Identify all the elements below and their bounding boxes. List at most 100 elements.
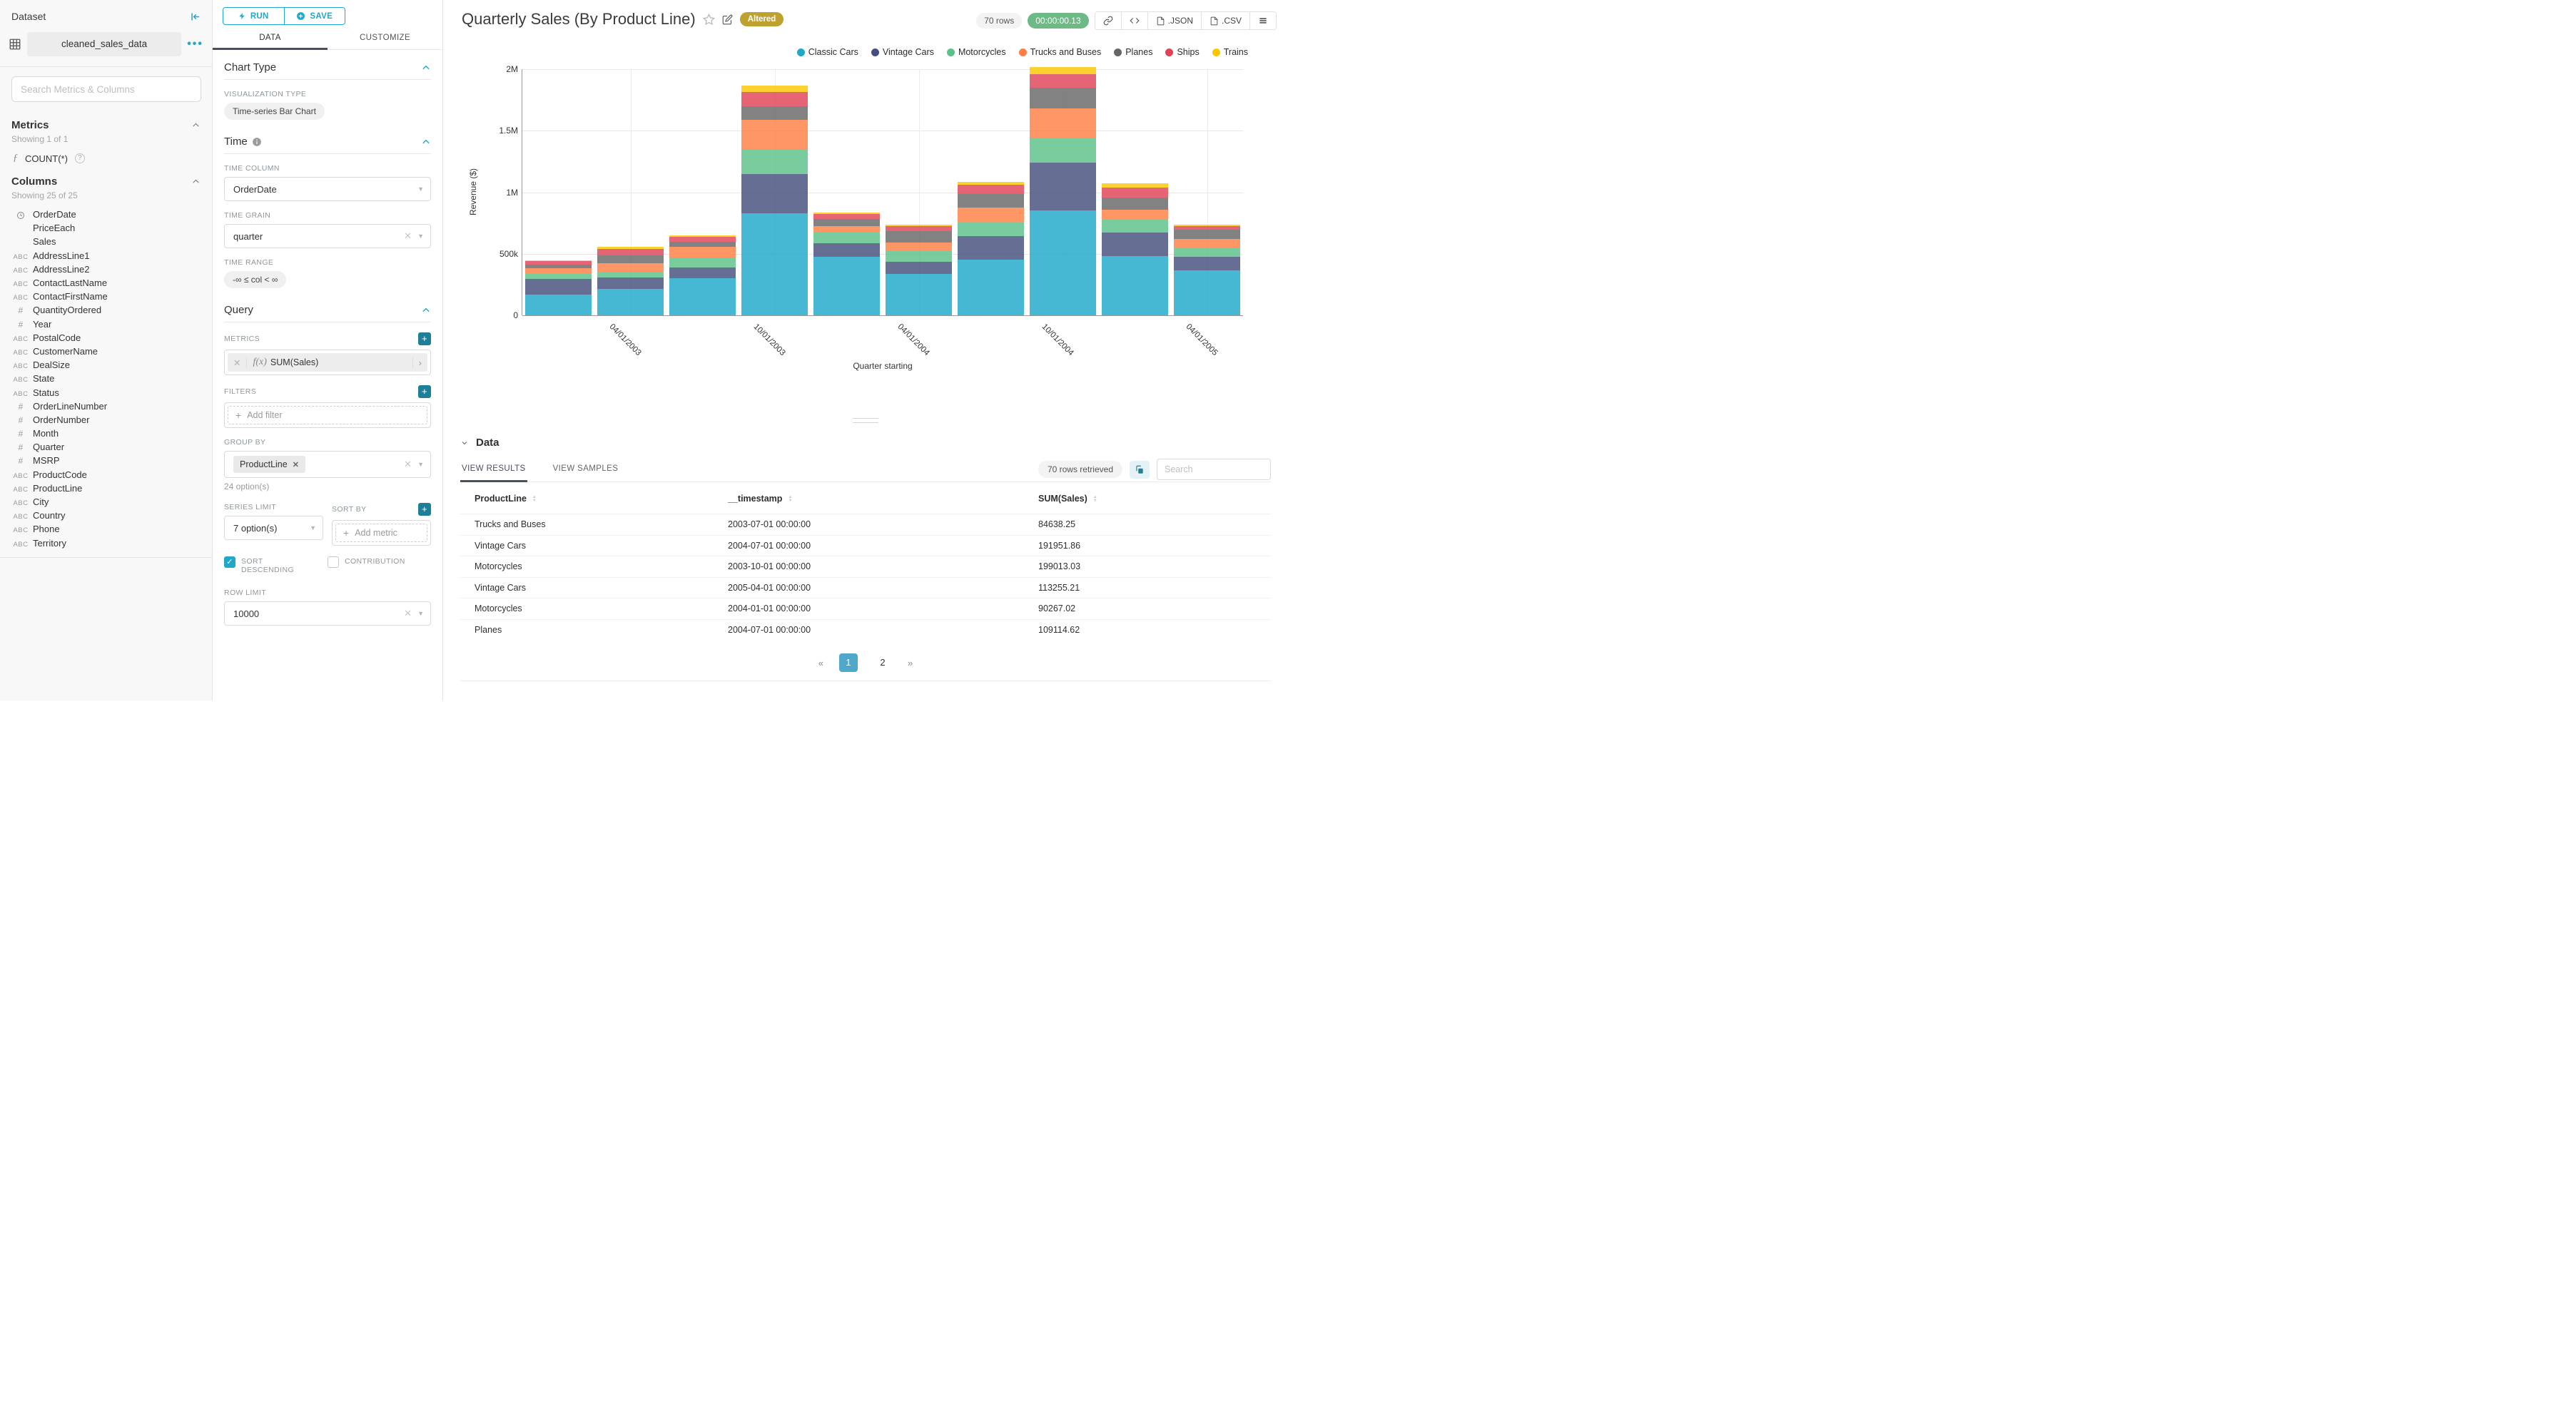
chevron-up-icon[interactable] bbox=[421, 63, 431, 73]
bar-segment[interactable] bbox=[1174, 270, 1240, 315]
bar-segment[interactable] bbox=[597, 248, 664, 256]
table-row[interactable]: Trucks and Buses 2003-07-01 00:00:00 84638… bbox=[460, 514, 1271, 535]
save-button[interactable]: SAVE bbox=[285, 8, 345, 24]
add-sort-metric-button[interactable]: + bbox=[418, 503, 431, 516]
group-by-select[interactable]: ProductLine ✕ ✕ ▼ bbox=[224, 451, 431, 478]
bar-segment[interactable] bbox=[1030, 210, 1096, 315]
column-item[interactable]: ABC AddressLine1 bbox=[0, 249, 212, 263]
chevron-up-icon[interactable] bbox=[191, 177, 201, 186]
row-limit-select[interactable]: 10000 ✕ ▼ bbox=[224, 601, 431, 626]
bar-segment[interactable] bbox=[741, 119, 808, 150]
table-sort-header[interactable]: __timestamp ▲ ▼ bbox=[728, 486, 1038, 514]
column-item[interactable]: # OrderLineNumber bbox=[0, 399, 212, 413]
bar-segment[interactable] bbox=[958, 260, 1024, 315]
bar-segment[interactable] bbox=[525, 294, 592, 315]
bar-segment[interactable] bbox=[741, 149, 808, 174]
column-item[interactable]: OrderDate bbox=[0, 208, 212, 221]
chevron-up-icon[interactable] bbox=[421, 137, 431, 147]
stacked-bar[interactable] bbox=[1102, 183, 1168, 315]
column-item[interactable]: # Year bbox=[0, 317, 212, 331]
add-sort-metric-dropzone[interactable]: + Add metric bbox=[335, 524, 427, 542]
legend-item[interactable]: Planes bbox=[1114, 47, 1152, 57]
bar-segment[interactable] bbox=[813, 225, 880, 233]
bar-segment[interactable] bbox=[741, 92, 808, 106]
stacked-bar[interactable] bbox=[886, 225, 952, 315]
table-row[interactable]: Vintage Cars 2005-04-01 00:00:00 113255.21 bbox=[460, 576, 1271, 598]
legend-item[interactable]: Ships bbox=[1165, 47, 1200, 57]
stacked-bar[interactable] bbox=[525, 260, 592, 315]
bar-segment[interactable] bbox=[669, 247, 736, 258]
legend-item[interactable]: Vintage Cars bbox=[871, 47, 934, 57]
bar-segment[interactable] bbox=[1102, 233, 1168, 257]
collapse-sidebar-icon[interactable] bbox=[190, 11, 201, 22]
edit-title-icon[interactable] bbox=[722, 14, 733, 25]
bar-segment[interactable] bbox=[813, 219, 880, 226]
stacked-bar[interactable] bbox=[1030, 67, 1096, 315]
clear-icon[interactable]: ✕ bbox=[404, 459, 412, 470]
table-sort-header[interactable]: ProductLine ▲ ▼ bbox=[460, 486, 728, 514]
dataset-options-icon[interactable]: ••• bbox=[187, 38, 203, 51]
bar-segment[interactable] bbox=[669, 236, 736, 243]
bar-segment[interactable] bbox=[1174, 238, 1240, 248]
chevron-up-icon[interactable] bbox=[421, 305, 431, 315]
time-range-value[interactable]: -∞ ≤ col < ∞ bbox=[224, 271, 287, 288]
resize-drag-handle[interactable] bbox=[853, 418, 878, 427]
bar-segment[interactable] bbox=[597, 288, 664, 315]
column-item[interactable]: ABC ProductLine bbox=[0, 482, 212, 495]
stacked-bar[interactable] bbox=[813, 212, 880, 315]
column-item[interactable]: ABC City bbox=[0, 495, 212, 509]
stacked-bar-chart[interactable]: 0 500k 1M 1.5M 2M bbox=[499, 64, 1243, 320]
bar-segment[interactable] bbox=[1102, 256, 1168, 315]
bar-segment[interactable] bbox=[669, 267, 736, 279]
pagination-page-2[interactable]: 2 bbox=[873, 653, 892, 672]
table-row[interactable]: Motorcycles 2003-10-01 00:00:00 199013.03 bbox=[460, 556, 1271, 577]
bar-segment[interactable] bbox=[1030, 108, 1096, 138]
column-item[interactable]: ABC Country bbox=[0, 509, 212, 522]
bar-segment[interactable] bbox=[597, 277, 664, 289]
column-item[interactable]: ABC PostalCode bbox=[0, 331, 212, 345]
legend-item[interactable]: Trains bbox=[1212, 47, 1248, 57]
help-icon[interactable]: ? bbox=[74, 153, 85, 163]
contribution-checkbox[interactable] bbox=[328, 556, 339, 568]
bar-segment[interactable] bbox=[597, 255, 664, 263]
bar-segment[interactable] bbox=[886, 261, 952, 275]
bar-segment[interactable] bbox=[958, 194, 1024, 208]
bar-segment[interactable] bbox=[1030, 87, 1096, 109]
bar-segment[interactable] bbox=[1102, 219, 1168, 233]
bar-segment[interactable] bbox=[525, 274, 592, 280]
remove-chip-icon[interactable]: ✕ bbox=[293, 460, 299, 469]
table-row[interactable]: Motorcycles 2004-01-01 00:00:00 90267.02 bbox=[460, 598, 1271, 619]
column-item[interactable]: ABC AddressLine2 bbox=[0, 263, 212, 276]
bar-segment[interactable] bbox=[813, 243, 880, 258]
bar-segment[interactable] bbox=[813, 257, 880, 315]
bar-segment[interactable] bbox=[1174, 247, 1240, 257]
legend-item[interactable]: Trucks and Buses bbox=[1018, 47, 1101, 57]
bar-segment[interactable] bbox=[958, 185, 1024, 195]
bar-segment[interactable] bbox=[1030, 67, 1096, 74]
export-json-button[interactable]: .JSON bbox=[1147, 12, 1201, 29]
chevron-up-icon[interactable] bbox=[191, 121, 201, 130]
add-metric-button[interactable]: + bbox=[418, 332, 431, 345]
search-metrics-input[interactable] bbox=[11, 76, 201, 102]
remove-metric-icon[interactable]: ✕ bbox=[228, 357, 248, 368]
bar-segment[interactable] bbox=[1102, 187, 1168, 198]
column-item[interactable]: # QuantityOrdered bbox=[0, 303, 212, 317]
bar-segment[interactable] bbox=[1174, 230, 1240, 239]
series-limit-select[interactable]: 7 option(s) ▼ bbox=[224, 516, 323, 540]
copy-link-button[interactable] bbox=[1095, 12, 1121, 29]
bar-segment[interactable] bbox=[958, 236, 1024, 260]
stacked-bar[interactable] bbox=[1174, 224, 1240, 315]
legend-item[interactable]: Motorcycles bbox=[946, 47, 1006, 57]
column-item[interactable]: # OrderNumber bbox=[0, 413, 212, 427]
bar-segment[interactable] bbox=[958, 207, 1024, 222]
bar-segment[interactable] bbox=[597, 272, 664, 277]
embed-code-button[interactable] bbox=[1120, 12, 1147, 29]
bar-segment[interactable] bbox=[1030, 163, 1096, 211]
tab-view-results[interactable]: VIEW RESULTS bbox=[460, 464, 527, 482]
column-item[interactable]: ABC ProductCode bbox=[0, 468, 212, 482]
tab-data[interactable]: DATA bbox=[213, 34, 328, 49]
bar-segment[interactable] bbox=[1102, 209, 1168, 220]
column-item[interactable]: ABC CustomerName bbox=[0, 345, 212, 358]
menu-button[interactable] bbox=[1249, 12, 1276, 29]
column-item[interactable]: ABC Territory bbox=[0, 536, 212, 550]
